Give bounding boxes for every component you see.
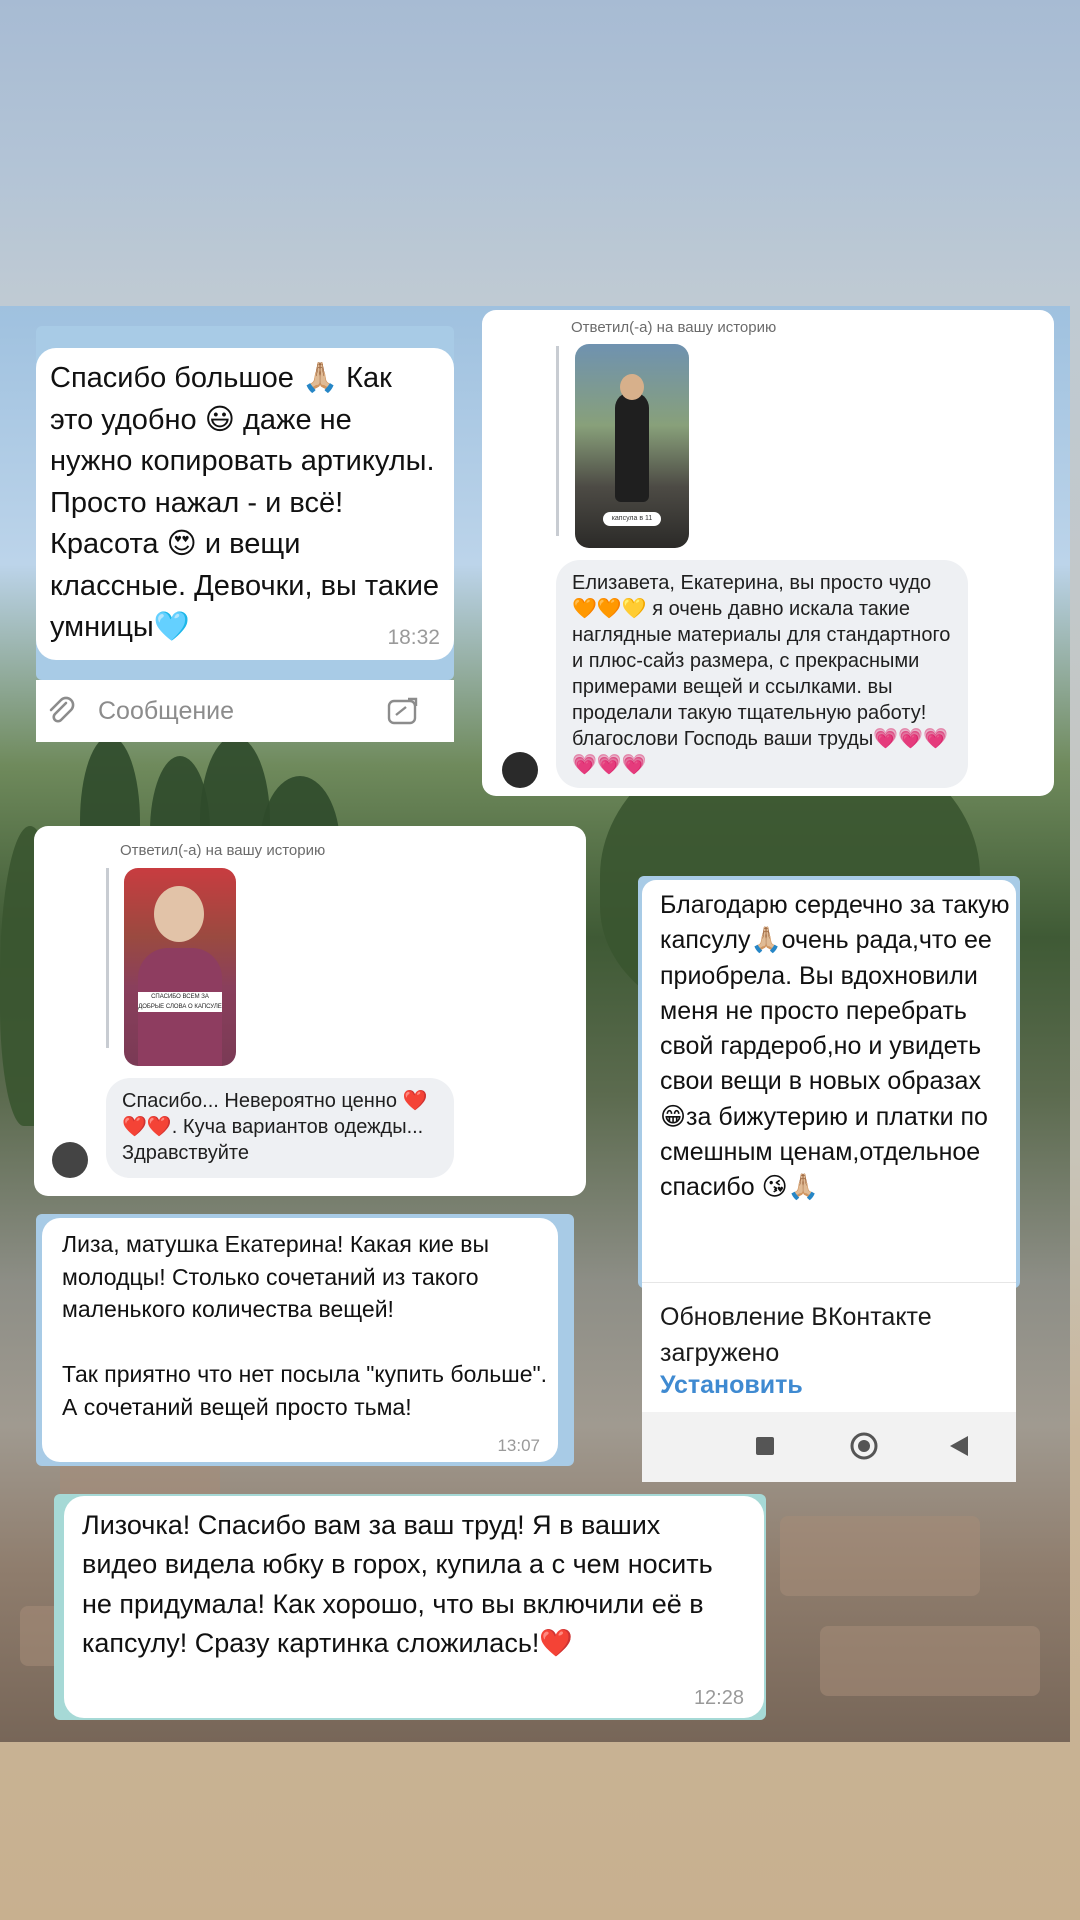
stop-square-icon[interactable] — [756, 1437, 774, 1455]
message-time: 18:32 — [387, 626, 440, 649]
reply-label: Ответил(-а) на вашу историю — [120, 842, 326, 859]
paperclip-icon[interactable] — [44, 694, 78, 733]
story-reply-card-1: Ответил(-а) на вашу историю капсула в 11… — [482, 310, 1054, 796]
message-bubble-1: Спасибо большое 🙏🏼 Как это удобно 😃 даже… — [36, 348, 454, 660]
message-input-bar: Сообщение — [36, 680, 454, 742]
message-time: 12:28 — [693, 1687, 744, 1709]
story-person-head — [620, 374, 644, 400]
message-bubble-5: Лиза, матушка Екатерина! Какая кие вы мо… — [42, 1218, 558, 1462]
story-caption: СПАСИБО ВСЕМ ЗА ДОБРЫЕ СЛОВА О КАПСУЛЕ — [138, 992, 222, 1012]
story-caption: капсула в 11 — [603, 512, 661, 526]
sticker-icon[interactable] — [386, 696, 420, 731]
story-person — [615, 392, 649, 502]
avatar[interactable] — [52, 1142, 88, 1178]
story-preview[interactable]: капсула в 11 — [575, 344, 689, 548]
android-nav-bar — [642, 1412, 1016, 1482]
story-bar — [556, 346, 559, 536]
message-bubble-4: Благодарю сердечно за такую капсулу🙏🏼оче… — [642, 880, 1016, 1288]
message-text: Благодарю сердечно за такую капсулу🙏🏼оче… — [660, 891, 1017, 1202]
message-text: Лизочка! Спасибо вам за ваш труд! Я в ва… — [82, 1510, 721, 1659]
install-button[interactable]: Установить — [660, 1371, 803, 1400]
message-text: Спасибо большое 🙏🏼 Как это удобно 😃 даже… — [50, 362, 448, 643]
reply-label: Ответил(-а) на вашу историю — [571, 319, 777, 336]
story-reply-card-2: Ответил(-а) на вашу историю СПАСИБО ВСЕМ… — [34, 826, 586, 1196]
story-bar — [106, 868, 109, 1048]
message-time: 13:07 — [497, 1436, 540, 1455]
message-bubble-6: Лизочка! Спасибо вам за ваш труд! Я в ва… — [64, 1496, 764, 1718]
update-text: Обновление ВКонтакте загружено — [660, 1303, 932, 1367]
update-banner: Обновление ВКонтакте загружено Установит… — [642, 1282, 1016, 1413]
home-circle-icon[interactable] — [849, 1431, 879, 1466]
message-bubble-3: Спасибо... Невероятно ценно ❤️❤️❤️. Куча… — [106, 1078, 454, 1178]
back-triangle-icon[interactable] — [948, 1434, 970, 1463]
story-person-head — [154, 886, 204, 942]
message-input[interactable]: Сообщение — [98, 697, 234, 726]
message-text: Лиза, матушка Екатерина! Какая кие вы мо… — [62, 1231, 548, 1420]
avatar[interactable] — [502, 752, 538, 788]
message-bubble-2: Елизавета, Екатерина, вы просто чудо 🧡🧡💛… — [556, 560, 968, 788]
story-preview[interactable]: СПАСИБО ВСЕМ ЗА ДОБРЫЕ СЛОВА О КАПСУЛЕ — [124, 868, 236, 1066]
